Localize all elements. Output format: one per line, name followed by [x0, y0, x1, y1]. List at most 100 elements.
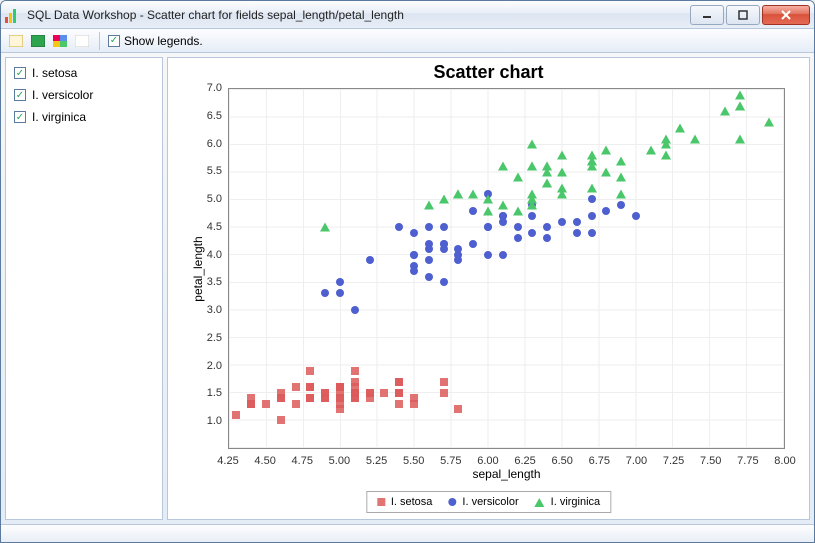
- sidebar-item-label: I. setosa: [32, 66, 77, 80]
- data-point: [336, 383, 344, 391]
- data-point: [616, 189, 626, 198]
- data-point: [588, 229, 596, 237]
- data-point: [321, 394, 329, 402]
- statusbar: [1, 524, 814, 542]
- y-tick: 5.5: [207, 165, 222, 177]
- data-point: [573, 218, 581, 226]
- data-point: [499, 218, 507, 226]
- data-point: [735, 90, 745, 99]
- chart-legend: I. setosa I. versicolor I. virginica: [366, 491, 611, 513]
- show-legends-checkbox[interactable]: ✓ Show legends.: [108, 34, 203, 48]
- x-tick: 6.50: [551, 455, 572, 467]
- content: ✓ I. setosa ✓ I. versicolor ✓ I. virgini…: [1, 53, 814, 524]
- x-tick: 5.50: [403, 455, 424, 467]
- data-point: [306, 383, 314, 391]
- x-tick: 5.75: [440, 455, 461, 467]
- toolbar-separator: [99, 32, 100, 50]
- data-point: [527, 162, 537, 171]
- data-point: [440, 378, 448, 386]
- x-tick: 8.00: [774, 455, 795, 467]
- data-point: [616, 156, 626, 165]
- data-point: [425, 240, 433, 248]
- app-icon: [5, 7, 21, 23]
- data-point: [542, 178, 552, 187]
- data-point: [395, 389, 403, 397]
- data-point: [617, 201, 625, 209]
- data-point: [646, 145, 656, 154]
- sidebar-item-label: I. versicolor: [32, 88, 93, 102]
- x-tick: 4.75: [292, 455, 313, 467]
- y-tick: 5.0: [207, 193, 222, 205]
- data-point: [292, 400, 300, 408]
- data-point: [557, 151, 567, 160]
- data-point: [336, 278, 344, 286]
- data-point: [366, 256, 374, 264]
- data-point: [616, 173, 626, 182]
- sidebar-item-virginica[interactable]: ✓ I. virginica: [6, 106, 162, 128]
- legend-item-setosa[interactable]: I. setosa: [377, 496, 433, 508]
- legend-label: I. virginica: [551, 496, 601, 508]
- checkbox-icon: ✓: [14, 111, 26, 123]
- y-tick: 6.0: [207, 138, 222, 150]
- sidebar-item-setosa[interactable]: ✓ I. setosa: [6, 62, 162, 84]
- data-point: [306, 367, 314, 375]
- x-tick: 4.50: [254, 455, 275, 467]
- chart-type-palette-icon[interactable]: [51, 32, 69, 50]
- y-tick: 1.5: [207, 387, 222, 399]
- data-point: [410, 229, 418, 237]
- checkbox-icon: ✓: [14, 67, 26, 79]
- x-tick: 6.00: [477, 455, 498, 467]
- data-point: [573, 229, 581, 237]
- legend-item-virginica[interactable]: I. virginica: [535, 496, 601, 508]
- chart-type-blank-icon[interactable]: [73, 32, 91, 50]
- window-controls: [690, 5, 810, 25]
- data-point: [395, 223, 403, 231]
- data-point: [351, 383, 359, 391]
- data-point: [543, 223, 551, 231]
- circle-marker-icon: [448, 498, 456, 506]
- x-tick: 5.25: [366, 455, 387, 467]
- data-point: [320, 223, 330, 232]
- y-tick: 7.0: [207, 82, 222, 94]
- data-point: [410, 251, 418, 259]
- data-point: [661, 140, 671, 149]
- legend-item-versicolor[interactable]: I. versicolor: [448, 496, 518, 508]
- x-tick: 6.25: [514, 455, 535, 467]
- data-point: [764, 118, 774, 127]
- data-point: [720, 107, 730, 116]
- legend-label: I. setosa: [391, 496, 433, 508]
- legend-label: I. versicolor: [462, 496, 518, 508]
- close-button[interactable]: [762, 5, 810, 25]
- checkbox-icon: ✓: [108, 35, 120, 47]
- chart-type-empty-icon[interactable]: [7, 32, 25, 50]
- x-tick: 7.00: [626, 455, 647, 467]
- data-point: [440, 389, 448, 397]
- data-point: [588, 195, 596, 203]
- data-point: [528, 212, 536, 220]
- data-point: [499, 251, 507, 259]
- chart-title: Scatter chart: [168, 62, 809, 83]
- x-tick: 7.75: [737, 455, 758, 467]
- data-point: [588, 212, 596, 220]
- data-point: [690, 134, 700, 143]
- maximize-button[interactable]: [726, 5, 760, 25]
- sidebar-item-versicolor[interactable]: ✓ I. versicolor: [6, 84, 162, 106]
- data-point: [557, 184, 567, 193]
- minimize-button[interactable]: [690, 5, 724, 25]
- scatter-plot[interactable]: [228, 88, 785, 449]
- data-point: [366, 389, 374, 397]
- data-point: [306, 394, 314, 402]
- data-point: [543, 234, 551, 242]
- x-axis-label: sepal_length: [472, 467, 540, 481]
- chart-type-filled-icon[interactable]: [29, 32, 47, 50]
- data-point: [277, 394, 285, 402]
- data-point: [424, 201, 434, 210]
- data-point: [632, 212, 640, 220]
- data-point: [351, 306, 359, 314]
- data-point: [454, 251, 462, 259]
- data-point: [453, 189, 463, 198]
- x-tick: 4.25: [217, 455, 238, 467]
- data-point: [380, 389, 388, 397]
- titlebar[interactable]: SQL Data Workshop - Scatter chart for fi…: [1, 1, 814, 29]
- data-point: [425, 256, 433, 264]
